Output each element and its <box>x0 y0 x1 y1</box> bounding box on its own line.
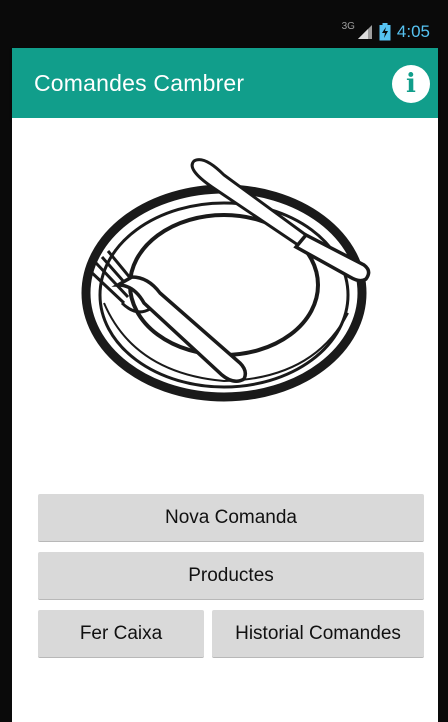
status-indicators: 3G 4:05 <box>341 20 430 42</box>
info-button[interactable]: i <box>392 65 430 103</box>
device-frame: 3G 4:05 Comandes Cambrer i Nova Comanda … <box>0 0 448 722</box>
new-order-button[interactable]: Nova Comanda <box>38 494 424 542</box>
status-bar: 3G 4:05 <box>12 0 438 48</box>
signal-icon <box>357 25 372 39</box>
cash-register-button[interactable]: Fer Caixa <box>38 610 204 658</box>
app-bar: Comandes Cambrer i <box>12 48 438 118</box>
network-type-label: 3G <box>341 20 355 32</box>
battery-charging-icon <box>379 23 391 41</box>
main-content: Nova Comanda Productes Fer Caixa Histori… <box>12 118 438 722</box>
app-title: Comandes Cambrer <box>34 70 245 96</box>
order-history-button[interactable]: Historial Comandes <box>212 610 424 658</box>
products-button[interactable]: Productes <box>38 552 424 600</box>
info-icon: i <box>406 69 416 99</box>
plate-illustration <box>81 158 371 402</box>
clock: 4:05 <box>396 22 430 41</box>
